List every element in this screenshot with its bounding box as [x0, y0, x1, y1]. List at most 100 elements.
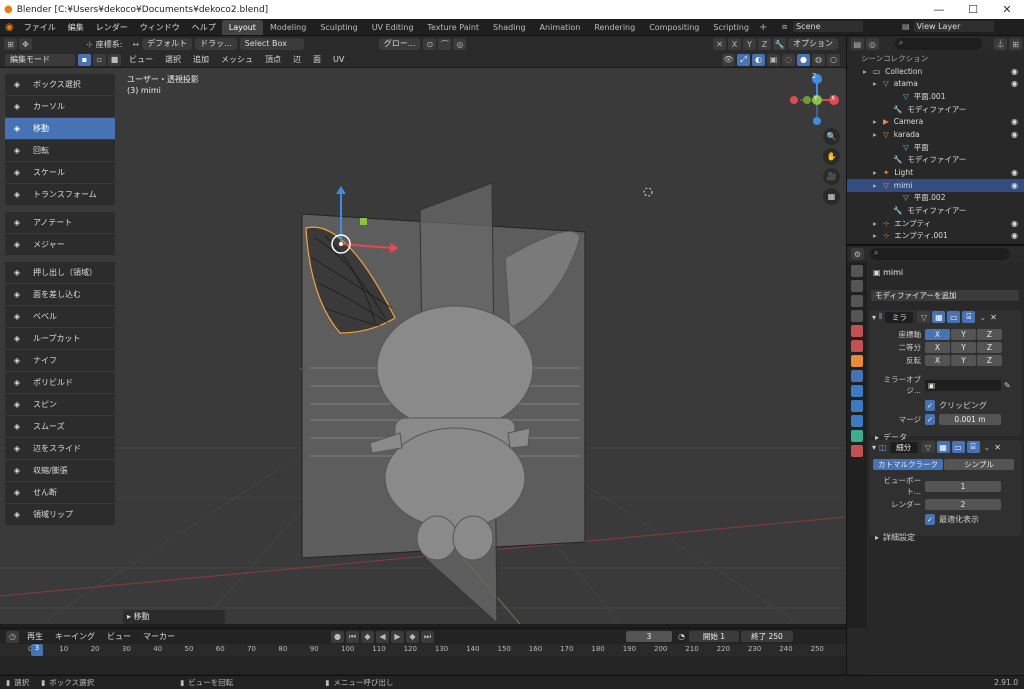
options-dropdown[interactable]: オプション: [788, 38, 838, 50]
outliner-item[interactable]: ▽ 平面.002: [847, 192, 1024, 205]
current-frame-indicator[interactable]: 3: [31, 644, 43, 656]
keyframe-track[interactable]: [0, 656, 846, 674]
expand-arrow-icon[interactable]: ▸: [873, 79, 881, 88]
view-layer-tab-icon[interactable]: [851, 310, 863, 322]
wrench-icon[interactable]: 🔧: [773, 38, 786, 50]
nav-gizmo-neg-x[interactable]: [790, 96, 798, 104]
tool-tab-icon[interactable]: [851, 265, 863, 277]
pivot-icon[interactable]: ⊙: [423, 38, 437, 50]
menu-face[interactable]: 面: [307, 54, 327, 65]
orientation-dropdown[interactable]: デフォルト: [142, 38, 193, 50]
transform-orientation-dropdown[interactable]: グロー...: [378, 38, 421, 50]
particles-tab-icon[interactable]: [851, 385, 863, 397]
advanced-subpanel[interactable]: ▸ 詳細設定: [869, 532, 1021, 543]
menu-file[interactable]: ファイル: [18, 22, 62, 33]
constraints-tab-icon[interactable]: [851, 415, 863, 427]
mirror-x-button[interactable]: X: [728, 38, 741, 50]
tool-polybuild[interactable]: ◈ ポリビルド: [5, 372, 115, 393]
start-frame-field[interactable]: 開始 1: [688, 631, 739, 642]
material-tab-icon[interactable]: [851, 445, 863, 457]
outliner-item[interactable]: ▸ ⊹ エンプティ.001 ◉: [847, 230, 1024, 243]
remove-modifier-icon[interactable]: ✕: [994, 443, 1001, 452]
outliner-item[interactable]: ▸ ▭ Collection ◉: [847, 65, 1024, 78]
shading-solid-icon[interactable]: ●: [797, 53, 810, 66]
tool-transform[interactable]: ◈ トランスフォーム: [5, 184, 115, 205]
scene-tab-icon[interactable]: [851, 325, 863, 337]
shading-wireframe-icon[interactable]: ◌: [782, 53, 795, 66]
scene-collection-row[interactable]: シーンコレクション: [847, 52, 1024, 65]
last-operation-panel[interactable]: ▸ 移動: [123, 610, 225, 624]
tab-scripting[interactable]: Scripting: [706, 20, 756, 35]
vertex-select-icon[interactable]: ▪: [78, 53, 91, 66]
tool-rotate[interactable]: ◈ 回転: [5, 140, 115, 161]
collapse-icon[interactable]: ▾: [872, 313, 876, 322]
menu-select[interactable]: 選択: [159, 54, 187, 65]
tool-move[interactable]: ◈ 移動: [5, 118, 115, 139]
tool-extrude[interactable]: ◈ 押し出し（領域）: [5, 262, 115, 283]
tool-knife[interactable]: ◈ ナイフ: [5, 350, 115, 371]
axis-y-toggle[interactable]: Y: [951, 329, 976, 340]
outliner-item[interactable]: ▽ 平面: [847, 141, 1024, 154]
expand-arrow-icon[interactable]: ▸: [873, 219, 881, 228]
outliner-item[interactable]: ▽ 平面.001: [847, 90, 1024, 103]
mirror-object-field[interactable]: ▣: [925, 379, 1001, 391]
outliner-item[interactable]: ▸ ⊹ エンプティ ◉: [847, 217, 1024, 230]
xray-icon[interactable]: ▣: [767, 53, 780, 66]
tool-shear[interactable]: ◈ せん断: [5, 482, 115, 503]
new-collection-icon[interactable]: ⊞: [1009, 38, 1022, 50]
end-frame-field[interactable]: 終了 250: [740, 631, 793, 642]
pan-hand-icon[interactable]: ✋: [823, 148, 840, 165]
outliner-item[interactable]: 🔧 モディファイアー: [847, 204, 1024, 217]
tool-box-select[interactable]: ◈ ボックス選択: [5, 74, 115, 95]
bisect-z-toggle[interactable]: Z: [977, 342, 1002, 353]
optimal-display-checkbox[interactable]: ✓: [925, 514, 935, 525]
cage-toggle-icon[interactable]: ▦: [932, 311, 946, 323]
frame-ruler[interactable]: 0102030405060708090100110120130140150160…: [0, 644, 846, 656]
tab-modeling[interactable]: Modeling: [263, 20, 313, 35]
tool-spin[interactable]: ◈ スピン: [5, 394, 115, 415]
tab-sculpting[interactable]: Sculpting: [313, 20, 364, 35]
nav-gizmo-neg-y[interactable]: [803, 96, 811, 104]
visibility-icon[interactable]: 👁: [722, 53, 735, 66]
snap-icon[interactable]: ⌒: [438, 38, 452, 50]
merge-checkbox[interactable]: ✓: [925, 414, 935, 425]
expand-arrow-icon[interactable]: ▸: [873, 168, 881, 177]
world-tab-icon[interactable]: [851, 340, 863, 352]
viewport-levels-field[interactable]: 1: [925, 480, 1001, 492]
tab-compositing[interactable]: Compositing: [642, 20, 706, 35]
play-icon[interactable]: ▶: [391, 630, 404, 643]
tab-animation[interactable]: Animation: [533, 20, 588, 35]
outliner-item[interactable]: ▸ ▶ Camera ◉: [847, 115, 1024, 128]
outliner-item[interactable]: 🔧 モディファイアー: [847, 103, 1024, 116]
drag-dropdown[interactable]: ドラッ...: [195, 38, 237, 50]
tool-inset[interactable]: ◈ 面を差し込む: [5, 284, 115, 305]
3d-viewport[interactable]: Z X Y ユーザー・透視投影 (3) mimi 🔍 ✋ 🎥 ▦ ▸ 移動: [0, 68, 846, 624]
menu-view[interactable]: ビュー: [123, 54, 159, 65]
axis-z-toggle[interactable]: Z: [977, 329, 1002, 340]
modifier-tab-icon[interactable]: [851, 370, 863, 382]
tab-layout[interactable]: Layout: [221, 19, 263, 35]
menu-mesh[interactable]: メッシュ: [215, 54, 259, 65]
tool-shrink-fatten[interactable]: ◈ 収縮/膨張: [5, 460, 115, 481]
expand-arrow-icon[interactable]: ▸: [863, 67, 871, 76]
edge-select-icon[interactable]: ▫: [93, 53, 106, 66]
outliner-item[interactable]: ▸ ✦ Light ◉: [847, 166, 1024, 179]
mode-dropdown[interactable]: 編集モード: [5, 53, 75, 66]
tab-uv-editing[interactable]: UV Editing: [365, 20, 421, 35]
flip-x-toggle[interactable]: X: [925, 355, 950, 366]
visibility-eye-icon[interactable]: ◉: [1011, 117, 1018, 126]
move-tool-icon[interactable]: ✥: [19, 38, 32, 50]
select-box-dropdown[interactable]: Select Box: [239, 38, 304, 50]
flip-y-toggle[interactable]: Y: [951, 355, 976, 366]
expand-arrow-icon[interactable]: ▸: [873, 130, 881, 139]
play-reverse-icon[interactable]: ◀: [376, 630, 389, 643]
tab-texture-paint[interactable]: Texture Paint: [420, 20, 486, 35]
merge-distance-field[interactable]: 0.001 m: [939, 414, 1001, 425]
editmode-toggle-icon[interactable]: ▽: [917, 311, 931, 323]
physics-tab-icon[interactable]: [851, 400, 863, 412]
blender-menu-icon[interactable]: ◉: [5, 22, 14, 33]
visibility-eye-icon[interactable]: ◉: [1011, 181, 1018, 190]
view-layer-selector[interactable]: ▤ View Layer: [902, 21, 994, 32]
face-select-icon[interactable]: ■: [108, 53, 121, 66]
editmode-toggle-icon[interactable]: ▽: [921, 441, 935, 453]
